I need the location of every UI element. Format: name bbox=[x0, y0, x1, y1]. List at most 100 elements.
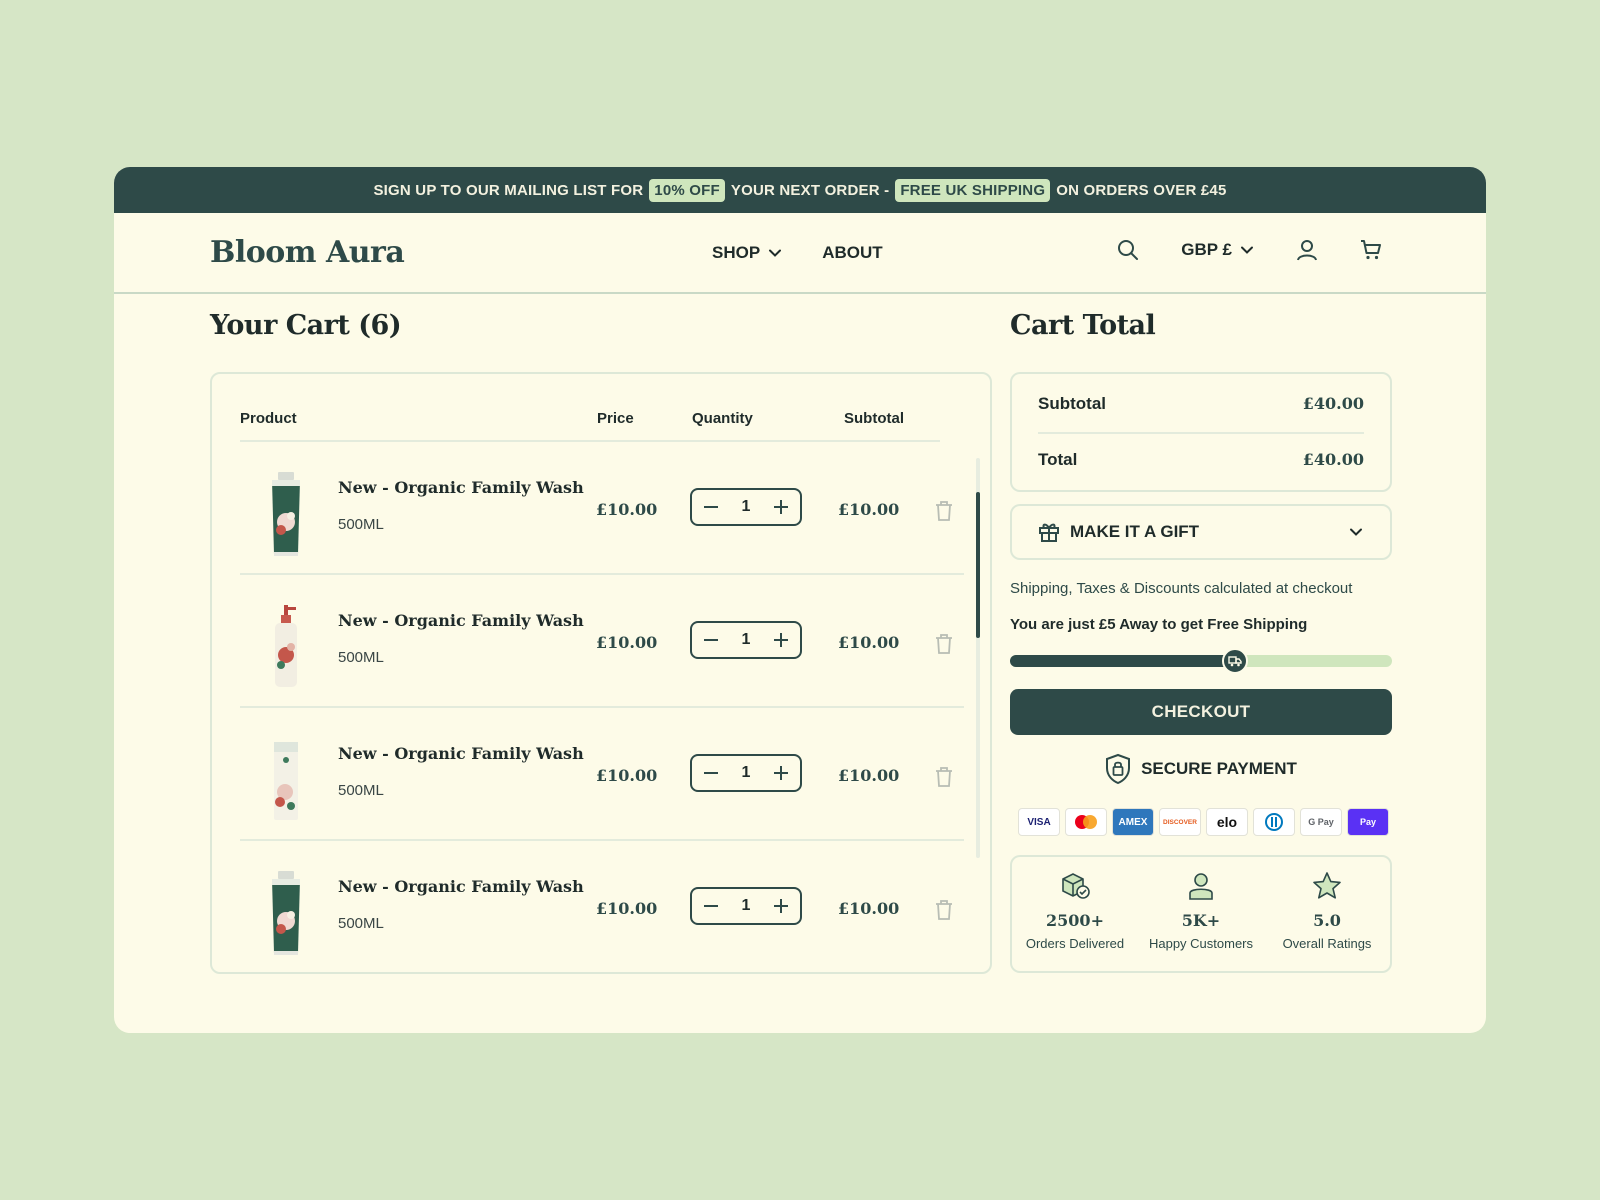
column-subtotal: Subtotal bbox=[844, 410, 904, 427]
quantity-stepper: 1 bbox=[690, 887, 802, 925]
stat-orders-caption: Orders Delivered bbox=[1025, 936, 1125, 951]
quantity-value[interactable]: 1 bbox=[742, 631, 751, 649]
header-actions: GBP £ bbox=[1117, 239, 1382, 261]
product-price: £10.00 bbox=[596, 633, 658, 652]
currency-selector[interactable]: GBP £ bbox=[1181, 240, 1254, 260]
quantity-value[interactable]: 1 bbox=[742, 897, 751, 915]
free-shipping-note: You are just £5 Away to get Free Shippin… bbox=[1010, 616, 1308, 633]
product-price: £10.00 bbox=[596, 899, 658, 918]
user-icon[interactable] bbox=[1296, 239, 1318, 261]
plus-icon[interactable] bbox=[771, 763, 791, 783]
shop-pay-label: Pay bbox=[1359, 817, 1376, 827]
promo-banner: SIGN UP TO OUR MAILING LIST FOR 10% OFF … bbox=[114, 167, 1486, 213]
cart-title: Your Cart (6) bbox=[210, 310, 402, 341]
cart-table: Product Price Quantity Subtotal New - Or… bbox=[210, 372, 992, 974]
minus-icon[interactable] bbox=[701, 497, 721, 517]
promo-text-3: ON ORDERS OVER £45 bbox=[1056, 181, 1227, 199]
row-subtotal: £10.00 bbox=[838, 899, 900, 918]
totals-divider bbox=[1038, 432, 1364, 434]
plus-icon[interactable] bbox=[771, 497, 791, 517]
product-size: 500ML bbox=[338, 782, 384, 799]
customer-icon bbox=[1186, 871, 1216, 901]
quantity-value[interactable]: 1 bbox=[742, 764, 751, 782]
trust-stats: 2500+ Orders Delivered 5K+ Happy Custome… bbox=[1010, 855, 1392, 973]
gpay-label: G Pay bbox=[1308, 817, 1334, 827]
main-nav: SHOP ABOUT bbox=[712, 243, 883, 263]
stat-ratings-value: 5.0 bbox=[1313, 911, 1341, 930]
cart-total-title: Cart Total bbox=[1010, 310, 1156, 341]
cart-icon[interactable] bbox=[1360, 239, 1382, 261]
stat-customers: 5K+ Happy Customers bbox=[1138, 857, 1264, 971]
product-tube-image[interactable] bbox=[264, 869, 308, 959]
chevron-down-icon bbox=[1348, 524, 1364, 540]
make-it-a-gift-toggle[interactable]: MAKE IT A GIFT bbox=[1010, 504, 1392, 560]
gift-icon bbox=[1038, 521, 1060, 543]
row-subtotal: £10.00 bbox=[838, 766, 900, 785]
quantity-stepper: 1 bbox=[690, 754, 802, 792]
nav-about-label: ABOUT bbox=[822, 243, 883, 262]
subtotal-line: Subtotal £40.00 bbox=[1038, 394, 1364, 414]
visa-card-icon: VISA bbox=[1018, 808, 1060, 836]
shipping-note: Shipping, Taxes & Discounts calculated a… bbox=[1010, 580, 1353, 597]
search-icon[interactable] bbox=[1117, 239, 1139, 261]
google-pay-icon: G Pay bbox=[1300, 808, 1342, 836]
total-line: Total £40.00 bbox=[1038, 450, 1364, 470]
product-box-image[interactable] bbox=[264, 736, 308, 826]
cart-table-header: Product Price Quantity Subtotal bbox=[240, 410, 940, 442]
minus-icon[interactable] bbox=[701, 896, 721, 916]
product-pump-image[interactable] bbox=[264, 603, 308, 693]
checkout-button[interactable]: CHECKOUT bbox=[1010, 689, 1392, 735]
trash-icon[interactable] bbox=[934, 899, 954, 926]
product-name[interactable]: New - Organic Family Wash bbox=[338, 611, 584, 630]
row-subtotal: £10.00 bbox=[838, 500, 900, 519]
quantity-stepper: 1 bbox=[690, 621, 802, 659]
plus-icon[interactable] bbox=[771, 630, 791, 650]
trash-icon[interactable] bbox=[934, 500, 954, 527]
subtotal-label: Subtotal bbox=[1038, 394, 1106, 413]
stat-ratings: 5.0 Overall Ratings bbox=[1264, 857, 1390, 971]
cart-scrollbar[interactable] bbox=[976, 458, 980, 858]
chevron-down-icon bbox=[1240, 243, 1254, 257]
cart-row: New - Organic Family Wash 500ML £10.00 1… bbox=[240, 442, 964, 575]
site-header: Bloom Aura SHOP ABOUT GBP £ bbox=[114, 213, 1486, 294]
nav-about[interactable]: ABOUT bbox=[822, 243, 882, 263]
shop-pay-icon: Pay bbox=[1347, 808, 1389, 836]
scrollbar-thumb[interactable] bbox=[976, 492, 980, 638]
stat-orders-value: 2500+ bbox=[1046, 911, 1104, 930]
stat-customers-caption: Happy Customers bbox=[1148, 936, 1254, 951]
totals-panel: Subtotal £40.00 Total £40.00 bbox=[1010, 372, 1392, 492]
subtotal-value: £40.00 bbox=[1302, 394, 1364, 413]
minus-icon[interactable] bbox=[701, 763, 721, 783]
free-shipping-progress bbox=[1010, 648, 1392, 674]
product-name[interactable]: New - Organic Family Wash bbox=[338, 877, 584, 896]
cart-row: New - Organic Family Wash 500ML £10.00 1… bbox=[240, 575, 964, 708]
quantity-stepper: 1 bbox=[690, 488, 802, 526]
truck-icon bbox=[1222, 648, 1249, 674]
trash-icon[interactable] bbox=[934, 633, 954, 660]
storefront-window: SIGN UP TO OUR MAILING LIST FOR 10% OFF … bbox=[114, 167, 1486, 1033]
shield-lock-icon bbox=[1105, 753, 1131, 785]
minus-icon[interactable] bbox=[701, 630, 721, 650]
product-name[interactable]: New - Organic Family Wash bbox=[338, 478, 584, 497]
quantity-value[interactable]: 1 bbox=[742, 498, 751, 516]
promo-discount-chip: 10% OFF bbox=[649, 178, 725, 202]
elo-card-icon: elo bbox=[1206, 808, 1248, 836]
product-price: £10.00 bbox=[596, 500, 658, 519]
column-price: Price bbox=[597, 410, 634, 427]
total-label: Total bbox=[1038, 450, 1078, 469]
column-quantity: Quantity bbox=[692, 410, 753, 427]
visa-label: VISA bbox=[1027, 816, 1051, 828]
star-icon bbox=[1312, 871, 1342, 901]
trash-icon[interactable] bbox=[934, 766, 954, 793]
product-tube-image[interactable] bbox=[264, 470, 308, 560]
plus-icon[interactable] bbox=[771, 896, 791, 916]
gift-label: MAKE IT A GIFT bbox=[1070, 522, 1200, 541]
total-value: £40.00 bbox=[1302, 450, 1364, 469]
currency-label: GBP £ bbox=[1181, 240, 1232, 259]
logo[interactable]: Bloom Aura bbox=[210, 235, 405, 270]
nav-shop[interactable]: SHOP bbox=[712, 243, 782, 263]
product-name[interactable]: New - Organic Family Wash bbox=[338, 744, 584, 763]
elo-label: elo bbox=[1216, 814, 1238, 830]
amex-label: AMEX bbox=[1118, 816, 1148, 828]
amex-card-icon: AMEX bbox=[1112, 808, 1154, 836]
